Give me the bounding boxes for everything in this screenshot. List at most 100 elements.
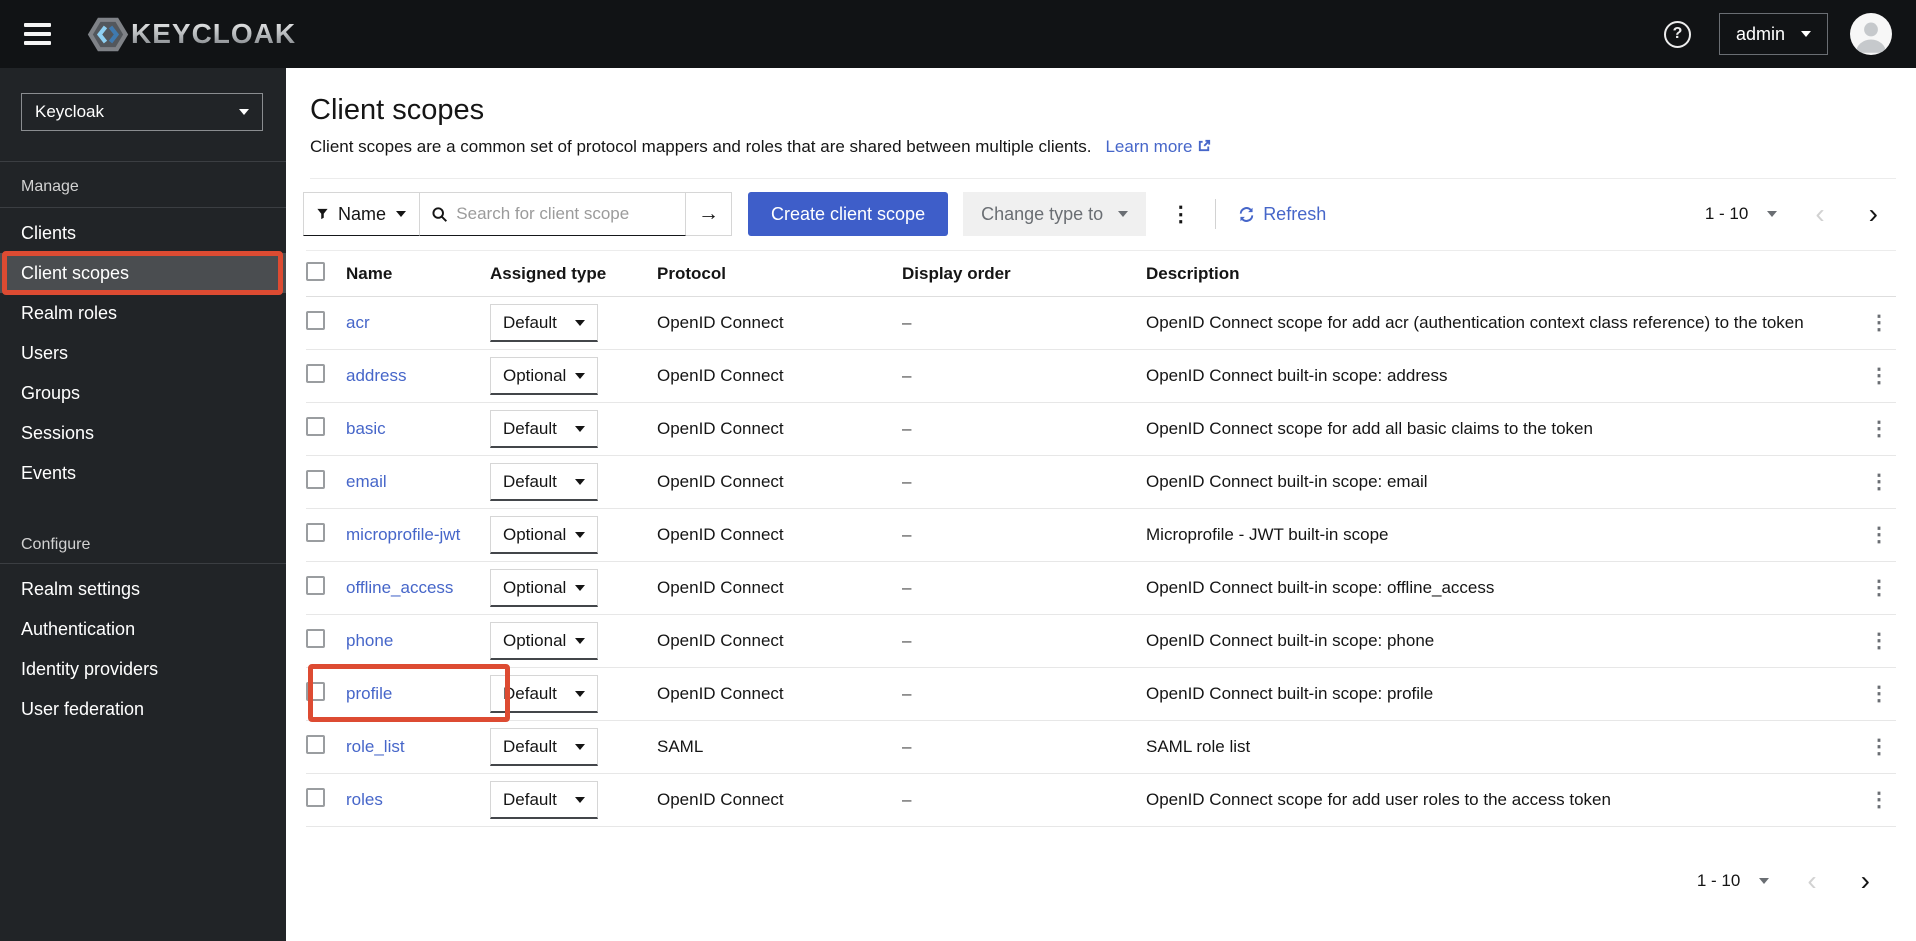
nav-group-label-configure: Configure (21, 536, 91, 553)
column-header-protocol: Protocol (657, 263, 726, 283)
assigned-type-select[interactable]: Optional (490, 569, 598, 607)
scope-name-link[interactable]: roles (346, 790, 383, 809)
assigned-type-select[interactable]: Optional (490, 516, 598, 554)
row-checkbox[interactable] (306, 735, 325, 754)
change-type-dropdown[interactable]: Change type to (963, 192, 1147, 236)
create-client-scope-button[interactable]: Create client scope (748, 192, 949, 236)
next-page-button[interactable]: › (1861, 867, 1870, 895)
display-order-cell: – (902, 684, 912, 703)
row-checkbox[interactable] (306, 523, 325, 542)
scope-name-link[interactable]: profile (346, 684, 392, 703)
assigned-type-select[interactable]: Default (490, 410, 598, 448)
row-kebab-menu[interactable]: ⋮ (1869, 524, 1889, 546)
sidebar-item-realm-roles[interactable]: Realm roles (0, 293, 286, 333)
sidebar-item-client-scopes[interactable]: Client scopes (0, 253, 286, 293)
display-order-cell: – (902, 737, 912, 756)
row-checkbox[interactable] (306, 417, 325, 436)
sidebar-item-authentication[interactable]: Authentication (0, 609, 286, 649)
sidebar-item-sessions[interactable]: Sessions (0, 413, 286, 453)
row-checkbox[interactable] (306, 470, 325, 489)
nav-toggle-hamburger-icon[interactable] (24, 23, 51, 45)
column-header-display-order: Display order (902, 263, 1011, 283)
description-cell: OpenID Connect built-in scope: profile (1146, 684, 1434, 703)
scope-name-link[interactable]: address (346, 366, 406, 385)
row-kebab-menu[interactable]: ⋮ (1869, 471, 1889, 493)
sidebar-item-users[interactable]: Users (0, 333, 286, 373)
row-checkbox[interactable] (306, 576, 325, 595)
realm-selector[interactable]: Keycloak (21, 93, 263, 131)
row-kebab-menu[interactable]: ⋮ (1869, 789, 1889, 811)
chevron-down-icon (575, 372, 585, 379)
pagination-range-dropdown[interactable]: 1 - 10 (1697, 871, 1770, 891)
next-page-button[interactable]: › (1869, 200, 1878, 228)
row-checkbox[interactable] (306, 629, 325, 648)
sidebar-item-realm-settings[interactable]: Realm settings (0, 569, 286, 609)
row-checkbox[interactable] (306, 788, 325, 807)
filter-type-dropdown[interactable]: Name (303, 192, 420, 236)
assigned-type-select[interactable]: Default (490, 675, 598, 713)
search-filter-group: Name → (303, 192, 732, 236)
row-checkbox[interactable] (306, 364, 325, 383)
assigned-type-select[interactable]: Default (490, 304, 598, 342)
row-kebab-menu[interactable]: ⋮ (1869, 736, 1889, 758)
description-cell: OpenID Connect scope for add user roles … (1146, 790, 1611, 809)
avatar[interactable] (1850, 13, 1892, 55)
row-checkbox[interactable] (306, 311, 325, 330)
scope-name-link[interactable]: email (346, 472, 387, 491)
sidebar-item-clients[interactable]: Clients (0, 213, 286, 253)
assigned-type-select[interactable]: Default (490, 728, 598, 766)
assigned-type-select[interactable]: Optional (490, 357, 598, 395)
protocol-cell: OpenID Connect (657, 578, 784, 597)
refresh-icon (1239, 206, 1254, 222)
toolbar: Name → Create client scope Change type t… (286, 191, 1916, 237)
chevron-down-icon (575, 425, 585, 432)
external-link-icon (1199, 139, 1211, 152)
chevron-down-icon (575, 690, 585, 697)
row-kebab-menu[interactable]: ⋮ (1869, 577, 1889, 599)
assigned-type-select[interactable]: Default (490, 463, 598, 501)
page-title: Client scopes (310, 94, 485, 126)
chevron-down-icon (1118, 211, 1129, 217)
help-icon[interactable]: ? (1663, 20, 1691, 48)
protocol-cell: OpenID Connect (657, 790, 784, 809)
scope-name-link[interactable]: acr (346, 313, 370, 332)
search-input[interactable] (456, 204, 673, 224)
sidebar-item-groups[interactable]: Groups (0, 373, 286, 413)
row-kebab-menu[interactable]: ⋮ (1869, 683, 1889, 705)
row-kebab-menu[interactable]: ⋮ (1869, 312, 1889, 334)
pagination-range-dropdown[interactable]: 1 - 10 (1705, 204, 1778, 224)
search-submit-button[interactable]: → (686, 192, 732, 236)
assigned-type-select[interactable]: Default (490, 781, 598, 819)
scope-name-link[interactable]: phone (346, 631, 393, 650)
sidebar: Keycloak Manage Clients Client scopes Re… (0, 68, 286, 941)
sidebar-item-identity-providers[interactable]: Identity providers (0, 649, 286, 689)
table-body: acr Default OpenID Connect – OpenID Conn… (306, 297, 1896, 827)
protocol-cell: OpenID Connect (657, 313, 784, 332)
scope-name-link[interactable]: role_list (346, 737, 405, 756)
refresh-button[interactable]: Refresh (1238, 204, 1326, 225)
description-cell: SAML role list (1146, 737, 1251, 756)
previous-page-button[interactable]: ‹ (1815, 200, 1824, 228)
row-kebab-menu[interactable]: ⋮ (1869, 365, 1889, 387)
select-all-checkbox[interactable] (306, 261, 325, 281)
row-kebab-menu[interactable]: ⋮ (1869, 630, 1889, 652)
scope-name-link[interactable]: basic (346, 419, 386, 438)
row-checkbox[interactable] (306, 682, 325, 701)
chevron-down-icon (1801, 31, 1811, 37)
display-order-cell: – (902, 366, 912, 385)
toolbar-kebab-menu[interactable]: ⋮ (1170, 204, 1191, 225)
nav-group-label-manage: Manage (21, 178, 79, 195)
bottom-pagination: 1 - 10 ‹ › (286, 867, 1916, 895)
protocol-cell: OpenID Connect (657, 525, 784, 544)
previous-page-button[interactable]: ‹ (1807, 867, 1816, 895)
scope-name-link[interactable]: offline_access (346, 578, 453, 597)
assigned-type-select[interactable]: Optional (490, 622, 598, 660)
divider (0, 207, 286, 208)
sidebar-item-events[interactable]: Events (0, 453, 286, 493)
user-dropdown[interactable]: admin (1718, 13, 1828, 55)
row-kebab-menu[interactable]: ⋮ (1869, 418, 1889, 440)
scope-name-link[interactable]: microprofile-jwt (346, 525, 460, 544)
sidebar-item-user-federation[interactable]: User federation (0, 689, 286, 729)
learn-more-link[interactable]: Learn more (1105, 137, 1212, 156)
description-cell: OpenID Connect built-in scope: offline_a… (1146, 578, 1495, 597)
